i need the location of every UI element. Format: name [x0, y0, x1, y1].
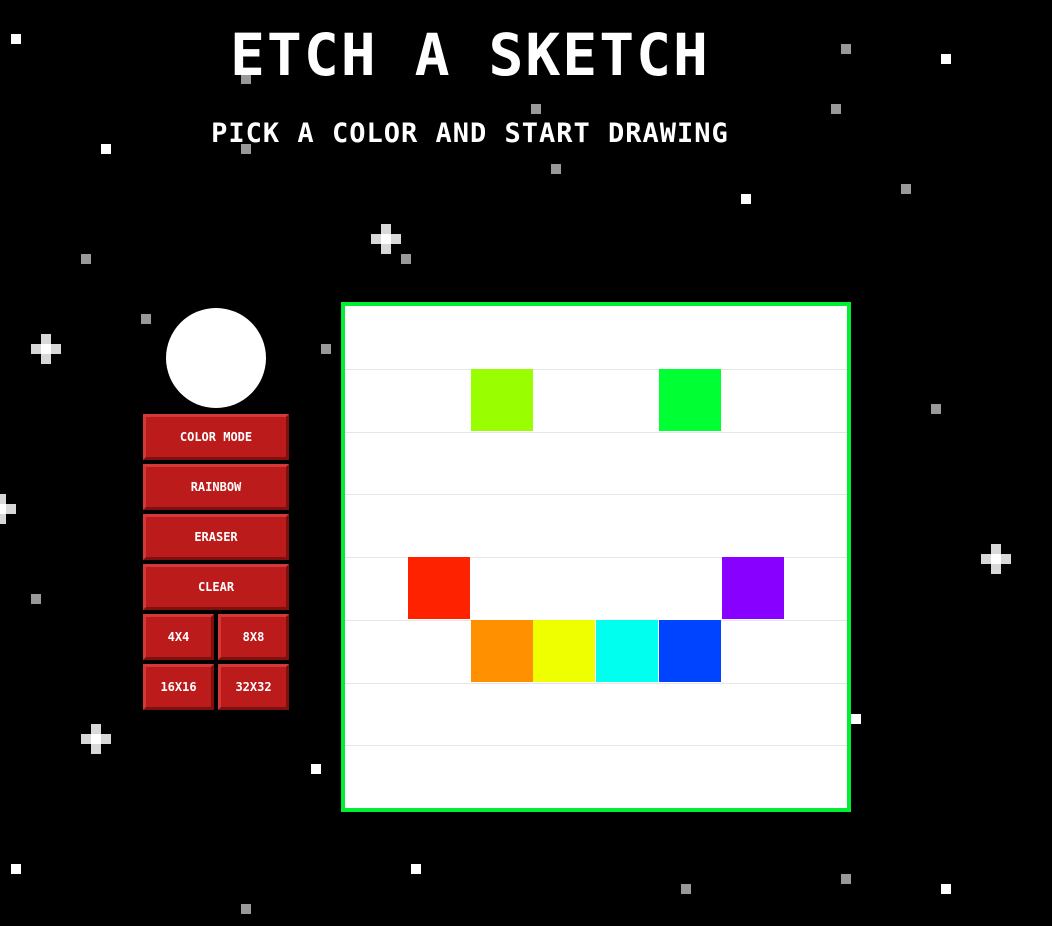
grid-row-line	[345, 745, 847, 746]
grid-cell[interactable]	[659, 369, 721, 431]
star-icon	[901, 184, 911, 194]
sparkle-icon	[31, 334, 61, 364]
grid-cell[interactable]	[596, 620, 658, 682]
grid-cell[interactable]	[533, 620, 595, 682]
star-icon	[941, 884, 951, 894]
star-icon	[81, 254, 91, 264]
sketch-grid[interactable]	[345, 306, 847, 808]
star-icon	[681, 884, 691, 894]
page-title: ETCH A SKETCH	[230, 21, 710, 89]
grid-row-line	[345, 432, 847, 433]
grid-cell[interactable]	[408, 557, 470, 619]
grid-cell[interactable]	[471, 620, 533, 682]
star-icon	[931, 404, 941, 414]
star-icon	[311, 764, 321, 774]
clear-button[interactable]: CLEAR	[143, 564, 289, 610]
grid-cell[interactable]	[471, 369, 533, 431]
star-icon	[141, 314, 151, 324]
sparkle-icon	[81, 724, 111, 754]
eraser-button[interactable]: ERASER	[143, 514, 289, 560]
grid-8x8-button[interactable]: 8X8	[218, 614, 289, 660]
star-icon	[31, 594, 41, 604]
page-subtitle: PICK A COLOR AND START DRAWING	[211, 118, 729, 149]
grid-row-line	[345, 683, 847, 684]
star-icon	[831, 104, 841, 114]
star-icon	[401, 254, 411, 264]
star-icon	[741, 194, 751, 204]
star-icon	[411, 864, 421, 874]
color-picker[interactable]	[166, 308, 266, 408]
star-icon	[841, 874, 851, 884]
star-icon	[241, 904, 251, 914]
color-mode-button[interactable]: COLOR MODE	[143, 414, 289, 460]
rainbow-button[interactable]: RAINBOW	[143, 464, 289, 510]
grid-4x4-button[interactable]: 4X4	[143, 614, 214, 660]
grid-cell[interactable]	[659, 620, 721, 682]
grid-16x16-button[interactable]: 16X16	[143, 664, 214, 710]
sparkle-icon	[371, 224, 401, 254]
sparkle-icon	[0, 494, 16, 524]
grid-cell[interactable]	[722, 557, 784, 619]
star-icon	[851, 714, 861, 724]
star-icon	[11, 864, 21, 874]
star-icon	[531, 104, 541, 114]
sketch-board[interactable]	[341, 302, 851, 812]
grid-row-line	[345, 369, 847, 370]
star-icon	[551, 164, 561, 174]
grid-row-line	[345, 494, 847, 495]
star-icon	[941, 54, 951, 64]
sparkle-icon	[981, 544, 1011, 574]
star-icon	[321, 344, 331, 354]
grid-32x32-button[interactable]: 32X32	[218, 664, 289, 710]
